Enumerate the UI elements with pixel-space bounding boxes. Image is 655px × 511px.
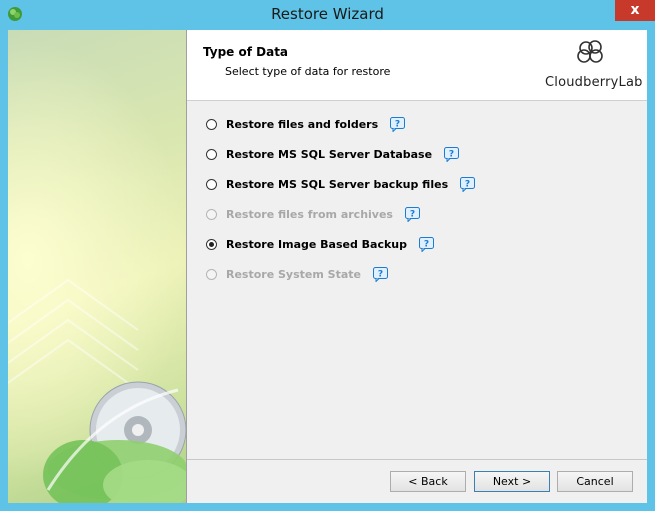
restore-wizard-window: Restore Wizard x Type of Data Select typ… xyxy=(0,0,655,511)
radio-button[interactable] xyxy=(206,178,217,190)
help-icon[interactable]: ? xyxy=(390,116,406,132)
wizard-header: Type of Data Select type of data for res… xyxy=(187,30,647,100)
title-bar[interactable]: Restore Wizard x xyxy=(0,0,655,30)
option-label[interactable]: Restore MS SQL Server Database xyxy=(226,148,432,161)
svg-text:?: ? xyxy=(465,179,470,189)
cloudberry-logo-text: CloudberryLab xyxy=(545,75,643,90)
option-label[interactable]: Restore MS SQL Server backup files xyxy=(226,178,448,191)
page-subtitle: Select type of data for restore xyxy=(225,65,391,78)
close-button[interactable]: x xyxy=(615,0,655,21)
help-icon[interactable]: ? xyxy=(419,236,435,252)
wizard-client-area: Type of Data Select type of data for res… xyxy=(8,30,647,503)
option-restore-image-based-backup[interactable]: Restore Image Based Backup ? xyxy=(203,234,435,254)
svg-text:?: ? xyxy=(424,239,429,249)
option-label: Restore System State xyxy=(226,267,361,281)
help-icon[interactable]: ? xyxy=(460,176,476,192)
option-restore-mssql-backup-files[interactable]: Restore MS SQL Server backup files ? xyxy=(203,174,476,194)
header-divider xyxy=(187,100,647,101)
svg-text:?: ? xyxy=(410,209,415,219)
radio-button-selected[interactable] xyxy=(206,238,217,250)
svg-text:?: ? xyxy=(449,149,454,159)
radio-button xyxy=(206,208,217,220)
option-label: Restore files from archives xyxy=(226,207,393,221)
radio-button[interactable] xyxy=(206,148,217,160)
back-button[interactable]: < Back xyxy=(390,471,466,492)
cloudberry-logo-icon xyxy=(577,40,603,63)
radio-button[interactable] xyxy=(206,118,217,130)
page-title: Type of Data xyxy=(203,45,289,59)
help-icon[interactable]: ? xyxy=(372,266,388,282)
svg-text:?: ? xyxy=(395,119,400,129)
sidebar-banner xyxy=(8,30,186,503)
help-icon[interactable]: ? xyxy=(444,146,460,162)
svg-text:?: ? xyxy=(378,269,383,279)
disc-illustration xyxy=(8,278,186,503)
option-restore-mssql-database[interactable]: Restore MS SQL Server Database ? xyxy=(203,144,460,164)
option-restore-files-folders[interactable]: Restore files and folders ? xyxy=(203,114,406,134)
window-title: Restore Wizard xyxy=(271,5,384,23)
footer-divider xyxy=(187,459,647,460)
option-label[interactable]: Restore Image Based Backup xyxy=(226,238,407,251)
cancel-button[interactable]: Cancel xyxy=(557,471,633,492)
option-restore-system-state: Restore System State ? xyxy=(203,264,388,284)
option-label[interactable]: Restore files and folders xyxy=(226,118,378,131)
radio-button xyxy=(206,268,217,280)
next-button[interactable]: Next > xyxy=(474,471,550,492)
help-icon[interactable]: ? xyxy=(404,206,420,222)
option-restore-files-from-archives: Restore files from archives ? xyxy=(203,204,420,224)
